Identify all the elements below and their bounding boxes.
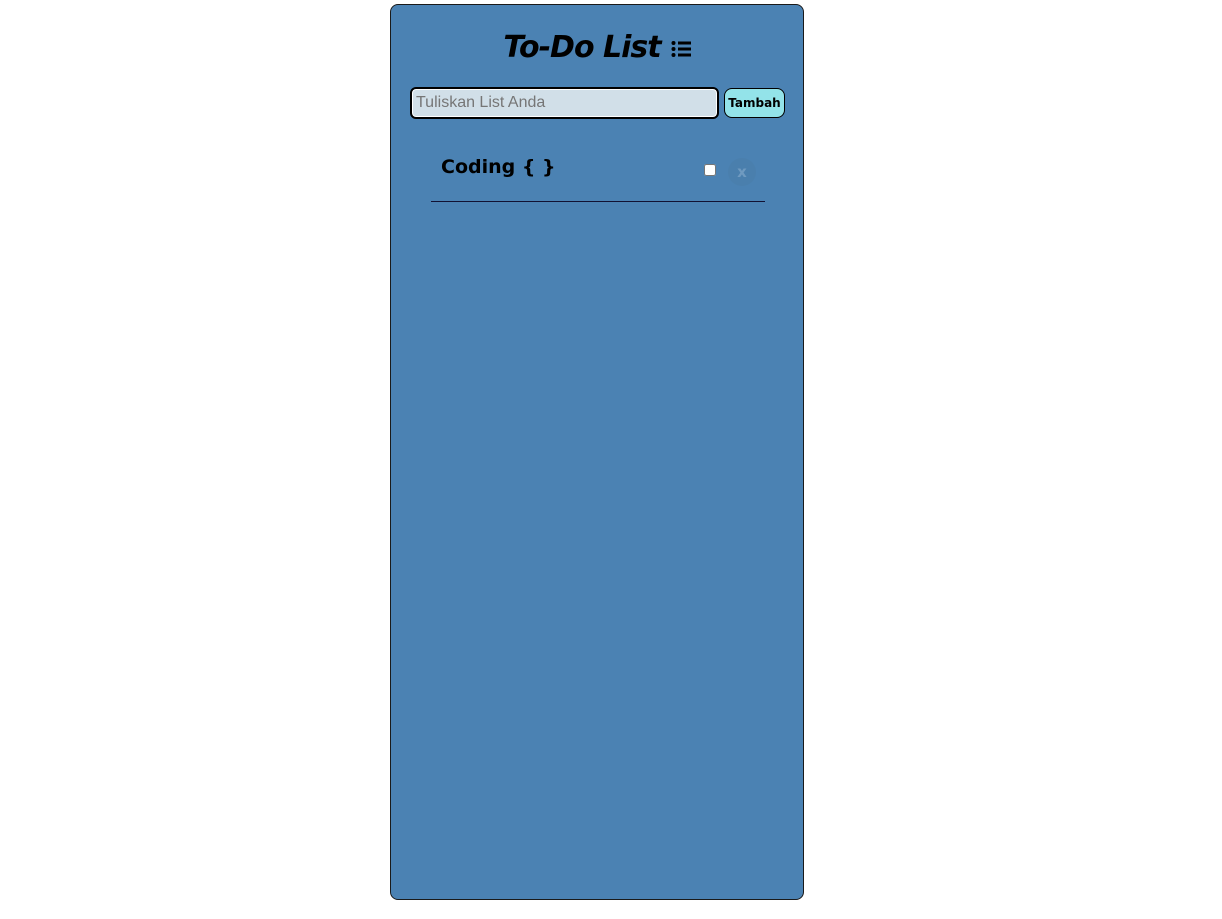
add-button[interactable]: Tambah — [724, 88, 785, 118]
todo-item-checkbox[interactable] — [704, 164, 716, 176]
todo-item: Coding { } x — [431, 143, 765, 202]
header: To-Do List — [391, 25, 803, 69]
todo-app-panel: To-Do List Tambah Coding { } x — [390, 4, 804, 900]
todo-item-text: Coding { } — [441, 156, 556, 178]
todo-list: Coding { } x — [431, 143, 765, 202]
page-title: To-Do List — [503, 29, 661, 65]
add-todo-form: Tambah — [410, 87, 786, 119]
delete-button[interactable]: x — [728, 158, 756, 186]
list-icon — [671, 40, 691, 58]
todo-input[interactable] — [410, 87, 719, 119]
